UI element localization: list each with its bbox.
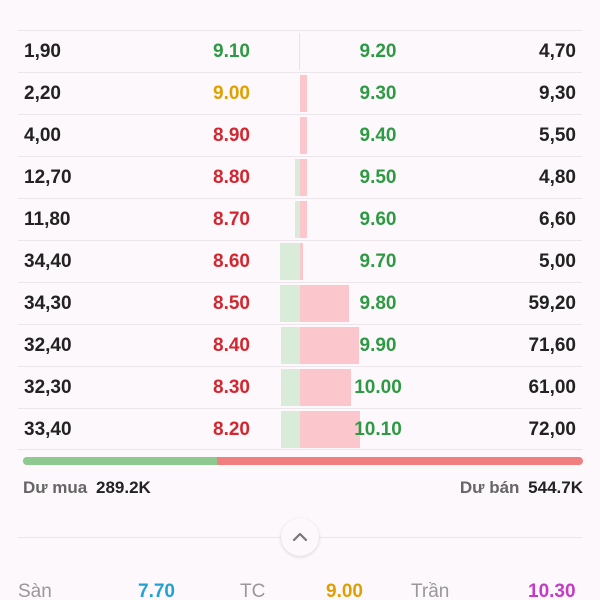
bid-volume: 32,40 [24,335,72,356]
ask-depth-bar [300,75,307,112]
bid-volume: 34,30 [24,293,72,314]
ask-depth-bar [300,243,303,280]
bid-volume: 33,40 [24,419,72,440]
ask-price[interactable]: 9.30 [346,73,410,115]
sell-total-value: 544.7K [528,478,583,497]
ask-volume: 61,00 [528,377,576,398]
bid-volume: 32,30 [24,377,72,398]
bid-volume: 1,90 [24,41,61,62]
ask-price[interactable]: 9.20 [346,31,410,73]
order-book-table: 1,90 9.10 9.20 4,70 2,20 9.00 9.30 9,30 4,00 8.90… [18,30,582,450]
order-book-row[interactable]: 34,40 8.60 9.70 5,00 [18,240,582,282]
bid-price[interactable]: 8.90 [213,115,250,157]
ask-depth-bar [300,369,351,406]
ask-volume: 6,60 [539,209,576,230]
bid-volume: 4,00 [24,125,61,146]
price-limits-footer: Sàn 7.70 TC 9.00 Trần 10.30 [18,578,588,600]
ceiling-label: Trần [411,581,450,600]
bid-volume: 34,40 [24,251,72,272]
bid-price[interactable]: 9.10 [213,31,250,73]
order-book-row[interactable]: 1,90 9.10 9.20 4,70 [18,30,582,72]
buy-total-value: 289.2K [96,478,151,497]
order-book-row[interactable]: 2,20 9.00 9.30 9,30 [18,72,582,114]
bid-depth-bar [281,327,300,364]
order-book-row[interactable]: 34,30 8.50 9.80 59,20 [18,282,582,324]
order-book-row[interactable]: 12,70 8.80 9.50 4,80 [18,156,582,198]
bid-depth-bar [280,285,300,322]
bid-price[interactable]: 8.30 [213,367,250,409]
order-book-row[interactable]: 4,00 8.90 9.40 5,50 [18,114,582,156]
bid-volume: 2,20 [24,83,61,104]
ask-price[interactable]: 9.80 [346,283,410,325]
bid-price[interactable]: 8.80 [213,157,250,199]
ask-volume: 4,70 [539,41,576,62]
order-book-row[interactable]: 33,40 8.20 10.10 72,00 [18,408,582,450]
ask-volume: 72,00 [528,419,576,440]
buy-total-label: Dư mua [23,478,88,497]
bid-volume: 11,80 [24,209,71,230]
ceiling-value: 10.30 [528,581,576,600]
sell-total-label: Dư bán [459,478,520,497]
ask-depth-bar [300,201,307,238]
order-totals: Dư mua 289.2K Dư bán 544.7K [23,478,583,502]
ask-price[interactable]: 9.50 [346,157,410,199]
ask-volume: 5,50 [539,125,576,146]
bid-price[interactable]: 8.40 [213,325,250,367]
bid-depth-bar [280,243,300,280]
ask-volume: 4,80 [539,167,576,188]
bid-price[interactable]: 8.20 [213,409,250,451]
ask-price[interactable]: 9.40 [346,115,410,157]
reference-label: TC [240,581,266,600]
ask-volume: 71,60 [528,335,576,356]
bid-depth-bar [281,369,300,406]
sell-total: Dư bán 544.7K [460,478,583,498]
ask-price[interactable]: 9.90 [346,325,410,367]
bid-depth-bar [281,411,300,448]
ask-price[interactable]: 10.10 [346,409,410,451]
ask-depth-bar [300,159,307,196]
collapse-button[interactable] [281,518,319,556]
ask-price[interactable]: 9.60 [346,199,410,241]
floor-label: Sàn [18,581,52,600]
bid-price[interactable]: 8.70 [213,199,250,241]
ask-volume: 59,20 [528,293,576,314]
order-book-screen: 1,90 9.10 9.20 4,70 2,20 9.00 9.30 9,30 4,00 8.90… [0,0,600,600]
buy-total: Dư mua 289.2K [23,478,151,498]
buy-sell-ratio-bar [23,457,583,465]
ask-volume: 5,00 [539,251,576,272]
bid-price[interactable]: 8.50 [213,283,250,325]
ask-depth-bar [300,117,307,154]
bid-depth-bar [299,33,300,70]
buy-ratio-fill [23,457,218,465]
bid-price[interactable]: 8.60 [213,241,250,283]
reference-value: 9.00 [326,581,363,600]
bid-volume: 12,70 [24,167,72,188]
order-book-row[interactable]: 32,30 8.30 10.00 61,00 [18,366,582,408]
order-book-row[interactable]: 32,40 8.40 9.90 71,60 [18,324,582,366]
ask-price[interactable]: 10.00 [346,367,410,409]
bid-price[interactable]: 9.00 [213,73,250,115]
ask-volume: 9,30 [539,83,576,104]
ask-price[interactable]: 9.70 [346,241,410,283]
order-book-row[interactable]: 11,80 8.70 9.60 6,60 [18,198,582,240]
floor-value: 7.70 [138,581,175,600]
ask-depth-bar [300,285,349,322]
chevron-up-icon [292,532,308,542]
